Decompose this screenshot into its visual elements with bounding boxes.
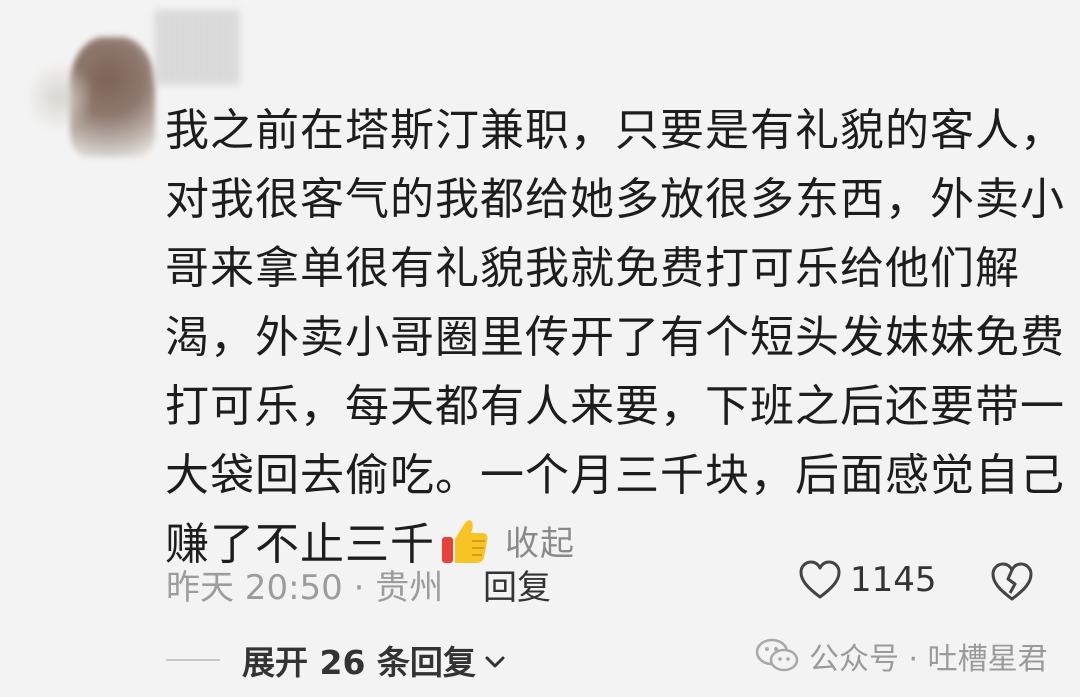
like-count: 1145 xyxy=(850,560,937,600)
heart-outline-icon xyxy=(799,560,841,599)
wechat-icon xyxy=(755,638,799,672)
comment-line: 大袋回去偷吃。一个月三千块，后面感觉自己 xyxy=(165,450,1065,501)
chevron-down-icon xyxy=(485,656,505,668)
watermark-text: 公众号 · 吐槽星君 xyxy=(809,642,1048,677)
username-blurred[interactable] xyxy=(155,10,240,85)
comment-line: 对我很客气的我都给她多放很多东西，外卖小 xyxy=(165,174,1065,225)
avatar[interactable] xyxy=(30,12,170,162)
comment-line: 哥来拿单很有礼貌我就免费打可乐给他们解 xyxy=(165,243,1020,294)
collapse-link[interactable]: 收起 xyxy=(505,524,575,564)
expand-replies-label[interactable]: 展开 26 条回复 xyxy=(242,636,476,684)
comment-line: 渴，外卖小哥圈里传开了有个短头发妹妹免费 xyxy=(165,312,1065,363)
like-button[interactable]: 1145 xyxy=(798,560,937,600)
comment-line: 我之前在塔斯汀兼职，只要是有礼貌的客人， xyxy=(165,105,1065,156)
reply-button[interactable]: 回复 xyxy=(483,560,551,609)
divider xyxy=(166,659,220,661)
comment-body: 我之前在塔斯汀兼职，只要是有礼貌的客人， 对我很客气的我都给她多放很多东西，外卖… xyxy=(165,96,1065,579)
broken-heart-icon[interactable] xyxy=(990,562,1034,602)
expand-replies[interactable]: 展开 26 条回复 xyxy=(166,636,506,684)
comment-time-location: 昨天 20:50 · 贵州 xyxy=(166,568,444,608)
watermark: 公众号 · 吐槽星君 xyxy=(755,634,1048,678)
comment-line: 打可乐，每天都有人来要，下班之后还要带一 xyxy=(165,381,1065,432)
